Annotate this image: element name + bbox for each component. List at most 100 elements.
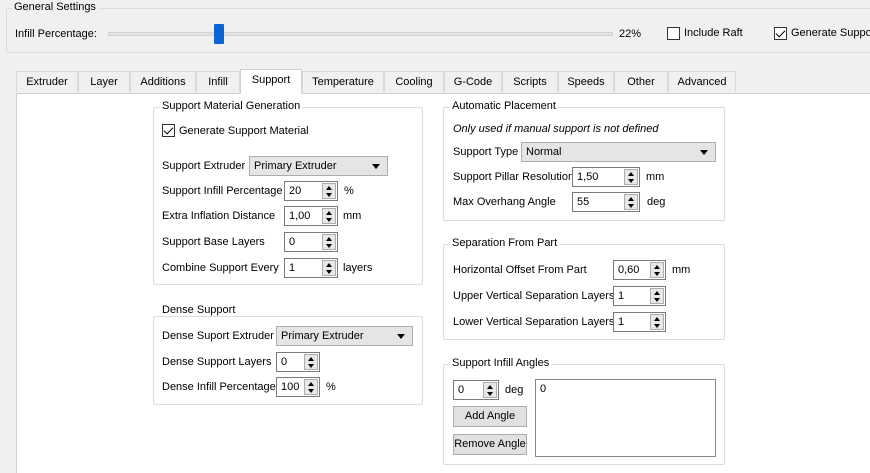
automatic-placement-note: Only used if manual support is not defin… [453, 123, 659, 135]
dense-support-layers-spinbox[interactable]: 0 [276, 352, 320, 372]
dense-support-layers-value: 0 [281, 356, 288, 368]
generate-support-material-label: Generate Support Material [179, 125, 309, 137]
tab-speeds[interactable]: Speeds [558, 71, 614, 92]
support-pillar-resolution-spinbox[interactable]: 1,50 [572, 167, 640, 187]
support-type-value: Normal [526, 146, 562, 158]
spin-up-icon [487, 385, 493, 389]
spin-buttons[interactable] [624, 169, 638, 185]
spin-down-icon [326, 270, 332, 274]
support-material-title: Support Material Generation [160, 100, 303, 112]
spin-down-icon [487, 392, 493, 396]
infill-percentage-value: 22% [619, 28, 642, 40]
infill-slider-thumb[interactable] [214, 24, 225, 44]
spin-buttons[interactable] [304, 354, 318, 370]
spin-buttons[interactable] [322, 260, 336, 276]
tab-gcode[interactable]: G-Code [444, 71, 502, 92]
tab-infill[interactable]: Infill [196, 71, 240, 92]
dense-support-layers-label: Dense Support Layers [162, 356, 272, 368]
spin-up-icon [628, 197, 634, 201]
dense-support-extruder-label: Dense Suport Extruder [162, 330, 274, 342]
support-base-layers-spinbox[interactable]: 0 [284, 232, 338, 252]
list-item[interactable]: 0 [540, 383, 711, 395]
separation-from-part-title: Separation From Part [450, 237, 560, 249]
chevron-down-icon [372, 164, 380, 169]
generate-support-material-checkbox[interactable] [162, 124, 175, 137]
support-base-layers-value: 0 [289, 236, 296, 248]
infill-slider-track[interactable] [108, 32, 613, 36]
spin-down-icon [628, 179, 634, 183]
lower-vertical-separation-value: 1 [618, 316, 625, 328]
support-extruder-label: Support Extruder [162, 160, 246, 172]
spin-down-icon [326, 244, 332, 248]
combine-support-every-value: 1 [289, 262, 296, 274]
combine-support-every-spinbox[interactable]: 1 [284, 258, 338, 278]
infill-angles-list[interactable]: 0 [535, 379, 716, 457]
general-settings-title: General Settings [12, 1, 98, 13]
support-infill-percentage-spinbox[interactable]: 20 [284, 181, 338, 201]
spin-buttons[interactable] [483, 382, 497, 398]
spin-up-icon [326, 237, 332, 241]
extra-inflation-distance-value: 1,00 [289, 210, 311, 222]
add-angle-button[interactable]: Add Angle [453, 406, 527, 427]
spin-buttons[interactable] [322, 234, 336, 250]
horizontal-offset-label: Horizontal Offset From Part [453, 264, 587, 276]
generate-support-label: Generate Support [791, 27, 870, 39]
spin-up-icon [326, 186, 332, 190]
spin-buttons[interactable] [322, 208, 336, 224]
horizontal-offset-spinbox[interactable]: 0,60 [613, 260, 666, 280]
infill-percentage-label: Infill Percentage: [15, 28, 97, 40]
dense-infill-percentage-value: 100 [281, 381, 300, 393]
automatic-placement-title: Automatic Placement [450, 100, 558, 112]
tab-scripts[interactable]: Scripts [502, 71, 558, 92]
tab-temperature[interactable]: Temperature [302, 71, 384, 92]
dense-support-extruder-dropdown[interactable]: Primary Extruder [276, 326, 413, 346]
spin-buttons[interactable] [650, 262, 664, 278]
tab-extruder[interactable]: Extruder [16, 71, 78, 92]
remove-angle-button[interactable]: Remove Angle [453, 434, 527, 455]
infill-angle-value: 0 [458, 384, 465, 396]
generate-support-checkbox[interactable] [774, 27, 787, 40]
spin-buttons[interactable] [650, 314, 664, 330]
spin-buttons[interactable] [304, 379, 318, 395]
spin-down-icon [628, 204, 634, 208]
support-extruder-value: Primary Extruder [254, 160, 337, 172]
spin-down-icon [654, 298, 660, 302]
spin-down-icon [654, 272, 660, 276]
max-overhang-angle-spinbox[interactable]: 55 [572, 192, 640, 212]
tab-other[interactable]: Other [614, 71, 668, 92]
upper-vertical-separation-spinbox[interactable]: 1 [613, 286, 666, 306]
support-infill-percentage-value: 20 [289, 185, 302, 197]
dense-infill-percentage-label: Dense Infill Percentage [162, 381, 276, 393]
tab-additions[interactable]: Additions [130, 71, 196, 92]
support-pillar-resolution-unit: mm [646, 171, 665, 183]
support-type-dropdown[interactable]: Normal [521, 142, 716, 162]
upper-vertical-separation-value: 1 [618, 290, 625, 302]
support-infill-angles-title: Support Infill Angles [450, 357, 552, 369]
horizontal-offset-value: 0,60 [618, 264, 640, 276]
spin-down-icon [326, 193, 332, 197]
spin-down-icon [308, 364, 314, 368]
include-raft-label: Include Raft [684, 27, 743, 39]
tab-advanced[interactable]: Advanced [668, 71, 736, 92]
support-base-layers-label: Support Base Layers [162, 236, 265, 248]
tab-support[interactable]: Support [240, 69, 302, 94]
infill-angle-spinbox[interactable]: 0 [453, 380, 499, 400]
tab-layer[interactable]: Layer [78, 71, 130, 92]
spin-up-icon [308, 357, 314, 361]
lower-vertical-separation-spinbox[interactable]: 1 [613, 312, 666, 332]
spin-buttons[interactable] [322, 183, 336, 199]
support-pillar-resolution-label: Support Pillar Resolution [453, 171, 575, 183]
spin-buttons[interactable] [650, 288, 664, 304]
upper-vertical-separation-label: Upper Vertical Separation Layers [453, 290, 615, 302]
chevron-down-icon [700, 150, 708, 155]
dense-support-title: Dense Support [160, 304, 238, 316]
spin-buttons[interactable] [624, 194, 638, 210]
support-type-label: Support Type [453, 146, 519, 158]
extra-inflation-distance-spinbox[interactable]: 1,00 [284, 206, 338, 226]
dense-infill-percentage-spinbox[interactable]: 100 [276, 377, 320, 397]
tab-cooling[interactable]: Cooling [384, 71, 444, 92]
chevron-down-icon [397, 334, 405, 339]
support-extruder-dropdown[interactable]: Primary Extruder [249, 156, 388, 176]
combine-support-every-unit: layers [343, 262, 373, 274]
include-raft-checkbox[interactable] [667, 27, 680, 40]
